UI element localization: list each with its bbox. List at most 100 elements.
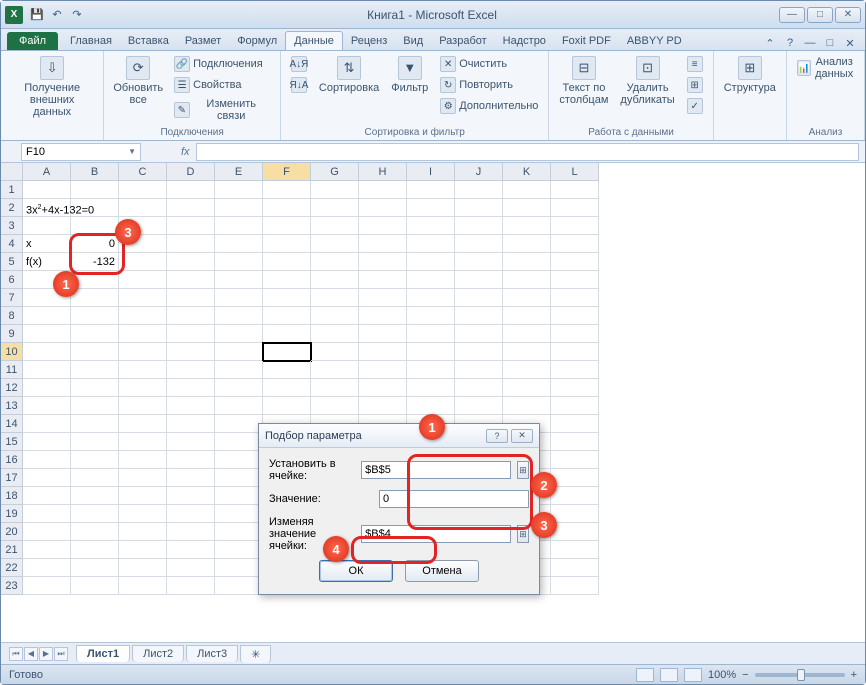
cell[interactable] xyxy=(23,181,71,199)
cell[interactable] xyxy=(407,181,455,199)
cell[interactable] xyxy=(71,379,119,397)
cell[interactable] xyxy=(455,379,503,397)
data-analysis-button[interactable]: 📊 Анализ данных xyxy=(793,54,858,82)
page-break-button[interactable] xyxy=(684,668,702,682)
name-box[interactable]: F10 ▼ xyxy=(21,143,141,161)
cell[interactable] xyxy=(359,271,407,289)
cell[interactable] xyxy=(119,181,167,199)
cell[interactable] xyxy=(119,469,167,487)
advanced-button[interactable]: ⚙Дополнительно xyxy=(436,96,542,116)
cell[interactable] xyxy=(407,379,455,397)
cell[interactable] xyxy=(23,217,71,235)
cell[interactable] xyxy=(407,343,455,361)
cell[interactable]: -132 xyxy=(71,253,119,271)
cell[interactable] xyxy=(551,271,599,289)
cell[interactable] xyxy=(359,181,407,199)
cell[interactable] xyxy=(119,415,167,433)
cell[interactable] xyxy=(359,217,407,235)
cell[interactable] xyxy=(551,451,599,469)
filter-button[interactable]: ▼ Фильтр xyxy=(387,54,432,96)
cell[interactable] xyxy=(119,523,167,541)
cell[interactable] xyxy=(311,271,359,289)
cell[interactable] xyxy=(359,289,407,307)
cell[interactable] xyxy=(71,199,119,217)
cell[interactable] xyxy=(119,235,167,253)
cell[interactable] xyxy=(455,361,503,379)
sheet-tab-3[interactable]: Лист3 xyxy=(186,645,238,662)
cell[interactable] xyxy=(71,307,119,325)
column-header[interactable]: B xyxy=(71,163,119,181)
row-header[interactable]: 14 xyxy=(1,415,23,433)
cell[interactable] xyxy=(167,235,215,253)
row-header[interactable]: 1 xyxy=(1,181,23,199)
cell[interactable] xyxy=(167,577,215,595)
row-header[interactable]: 11 xyxy=(1,361,23,379)
sheet-nav-last-icon[interactable]: ⏭ xyxy=(54,647,68,661)
cell[interactable] xyxy=(119,325,167,343)
cell[interactable] xyxy=(167,541,215,559)
column-header[interactable]: G xyxy=(311,163,359,181)
cell[interactable] xyxy=(215,379,263,397)
data-validation-button[interactable]: ≡ xyxy=(683,54,707,74)
cell[interactable] xyxy=(119,577,167,595)
select-all-corner[interactable] xyxy=(1,163,23,181)
cell[interactable] xyxy=(23,559,71,577)
zoom-thumb[interactable] xyxy=(797,669,805,681)
cell[interactable] xyxy=(215,343,263,361)
cell[interactable] xyxy=(503,289,551,307)
cell[interactable] xyxy=(311,307,359,325)
cell[interactable] xyxy=(359,397,407,415)
cell[interactable] xyxy=(551,559,599,577)
row-header[interactable]: 21 xyxy=(1,541,23,559)
cell[interactable] xyxy=(167,343,215,361)
cell[interactable] xyxy=(167,433,215,451)
cell[interactable] xyxy=(455,199,503,217)
cell[interactable] xyxy=(503,361,551,379)
cell[interactable] xyxy=(71,559,119,577)
doc-max-icon[interactable]: □ xyxy=(823,36,837,50)
clear-filter-button[interactable]: ✕Очистить xyxy=(436,54,542,74)
cell[interactable] xyxy=(23,415,71,433)
cell[interactable] xyxy=(455,325,503,343)
cell[interactable] xyxy=(407,325,455,343)
tab-formulas[interactable]: Формул xyxy=(229,32,285,50)
cell[interactable] xyxy=(551,577,599,595)
ok-button[interactable]: ОК xyxy=(319,560,393,582)
row-header[interactable]: 19 xyxy=(1,505,23,523)
cell[interactable] xyxy=(119,541,167,559)
cell[interactable] xyxy=(167,451,215,469)
cell[interactable] xyxy=(551,505,599,523)
cell[interactable] xyxy=(503,253,551,271)
cell[interactable] xyxy=(551,235,599,253)
dialog-help-button[interactable]: ? xyxy=(486,429,508,443)
tab-abbyy[interactable]: ABBYY PD xyxy=(619,32,690,50)
cell[interactable] xyxy=(23,505,71,523)
cell[interactable] xyxy=(263,307,311,325)
tab-file[interactable]: Файл xyxy=(7,32,58,50)
cell[interactable] xyxy=(551,397,599,415)
cell[interactable] xyxy=(551,541,599,559)
cell[interactable] xyxy=(215,469,263,487)
column-header[interactable]: I xyxy=(407,163,455,181)
sheet-tab-2[interactable]: Лист2 xyxy=(132,645,184,662)
cell[interactable] xyxy=(215,541,263,559)
column-header[interactable]: H xyxy=(359,163,407,181)
consolidate-button[interactable]: ⊞ xyxy=(683,75,707,95)
sheet-nav-prev-icon[interactable]: ◀ xyxy=(24,647,38,661)
tab-data[interactable]: Данные xyxy=(285,31,343,50)
cell[interactable] xyxy=(503,199,551,217)
formula-input[interactable] xyxy=(196,143,859,161)
cell[interactable] xyxy=(167,271,215,289)
cell[interactable] xyxy=(119,451,167,469)
cell[interactable] xyxy=(455,217,503,235)
cell[interactable] xyxy=(359,343,407,361)
cell[interactable] xyxy=(551,433,599,451)
fx-icon[interactable]: fx xyxy=(181,146,190,158)
row-header[interactable]: 4 xyxy=(1,235,23,253)
ribbon-min-icon[interactable]: ⌃ xyxy=(763,36,777,50)
cell[interactable] xyxy=(71,523,119,541)
cell[interactable]: 0 xyxy=(71,235,119,253)
row-header[interactable]: 10 xyxy=(1,343,23,361)
cell[interactable] xyxy=(311,343,359,361)
cell[interactable] xyxy=(551,343,599,361)
